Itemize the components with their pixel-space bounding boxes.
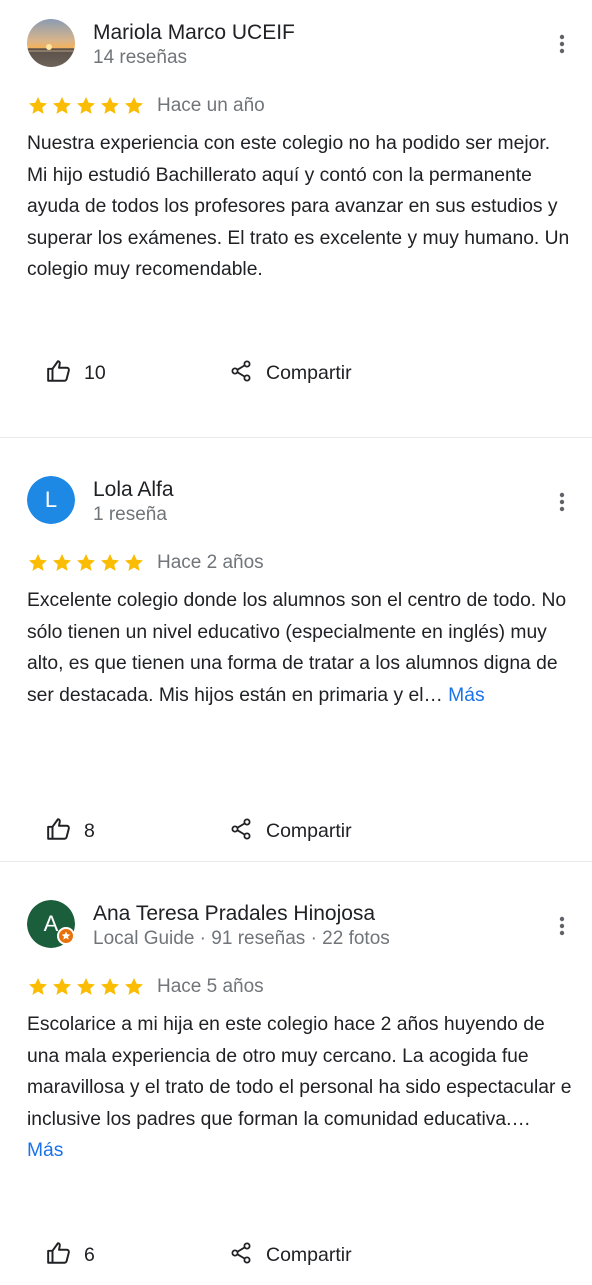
like-count: 6	[84, 1244, 95, 1266]
reviewer-name[interactable]: Mariola Marco UCEIF	[93, 21, 295, 45]
share-label: Compartir	[266, 1244, 352, 1266]
star-rating	[27, 95, 145, 117]
like-count: 10	[84, 362, 106, 384]
share-icon	[229, 817, 253, 846]
star-icon	[125, 97, 143, 114]
share-label: Compartir	[266, 362, 352, 384]
reviewer-meta: 14 reseñas	[93, 47, 188, 68]
review-actions: 10 Compartir	[46, 358, 352, 389]
star-icon	[77, 978, 95, 995]
star-rating	[27, 552, 145, 574]
review-body: Escolarice a mi hija en este colegio hac…	[27, 1014, 572, 1130]
star-rating	[27, 976, 145, 998]
review-body: Excelente colegio donde los alumnos son …	[27, 590, 567, 706]
review-card: L Lola Alfa 1 reseña Hace 2 años Excelen…	[0, 437, 592, 861]
like-button[interactable]: 6	[46, 1240, 229, 1271]
share-button[interactable]: Compartir	[229, 817, 352, 846]
share-icon	[229, 359, 253, 388]
avatar-photo	[27, 19, 75, 67]
review-text: Escolarice a mi hija en este colegio hac…	[27, 1009, 572, 1167]
thumbs-up-icon	[46, 816, 72, 847]
review-card: Mariola Marco UCEIF 14 reseñas Hace un a…	[0, 0, 592, 437]
star-icon	[101, 554, 119, 571]
star-icon	[29, 978, 47, 995]
share-icon	[229, 1241, 253, 1270]
star-icon	[77, 97, 95, 114]
thumbs-up-icon	[46, 1240, 72, 1271]
share-button[interactable]: Compartir	[229, 1241, 352, 1270]
star-icon	[53, 978, 71, 995]
thumbs-up-icon	[46, 358, 72, 389]
star-icon	[29, 97, 47, 114]
star-icon	[53, 554, 71, 571]
review-time: Hace 2 años	[157, 552, 264, 573]
review-actions: 8 Compartir	[46, 816, 352, 847]
like-button[interactable]: 10	[46, 358, 229, 389]
share-label: Compartir	[266, 820, 352, 842]
more-options-icon[interactable]	[558, 914, 566, 938]
rating-row: Hace un año	[27, 95, 265, 117]
review-text: Nuestra experiencia con este colegio no …	[27, 128, 572, 286]
star-icon	[125, 978, 143, 995]
like-button[interactable]: 8	[46, 816, 229, 847]
review-actions: 6 Compartir	[46, 1240, 352, 1271]
more-link[interactable]: Más	[448, 685, 484, 706]
like-count: 8	[84, 820, 95, 842]
star-icon	[77, 554, 95, 571]
star-icon	[101, 97, 119, 114]
reviewer-meta: 1 reseña	[93, 504, 167, 525]
avatar[interactable]	[27, 19, 75, 67]
review-card: A Ana Teresa Pradales Hinojosa Local Gui…	[0, 861, 592, 1285]
avatar[interactable]: L	[27, 476, 75, 524]
star-icon	[101, 978, 119, 995]
star-icon	[53, 97, 71, 114]
more-options-icon[interactable]	[558, 32, 566, 56]
rating-row: Hace 5 años	[27, 976, 264, 998]
avatar-letter: L	[27, 476, 75, 524]
star-icon	[29, 554, 47, 571]
local-guide-badge-icon	[57, 927, 75, 945]
review-time: Hace 5 años	[157, 976, 264, 997]
review-time: Hace un año	[157, 95, 265, 116]
more-link[interactable]: Más	[27, 1140, 63, 1161]
star-icon	[125, 554, 143, 571]
more-options-icon[interactable]	[558, 490, 566, 514]
review-body: Nuestra experiencia con este colegio no …	[27, 133, 570, 280]
review-text: Excelente colegio donde los alumnos son …	[27, 585, 572, 711]
share-button[interactable]: Compartir	[229, 359, 352, 388]
reviewer-name[interactable]: Lola Alfa	[93, 478, 174, 502]
rating-row: Hace 2 años	[27, 552, 264, 574]
reviewer-meta: Local Guide · 91 reseñas · 22 fotos	[93, 928, 390, 949]
reviewer-name[interactable]: Ana Teresa Pradales Hinojosa	[93, 902, 375, 926]
